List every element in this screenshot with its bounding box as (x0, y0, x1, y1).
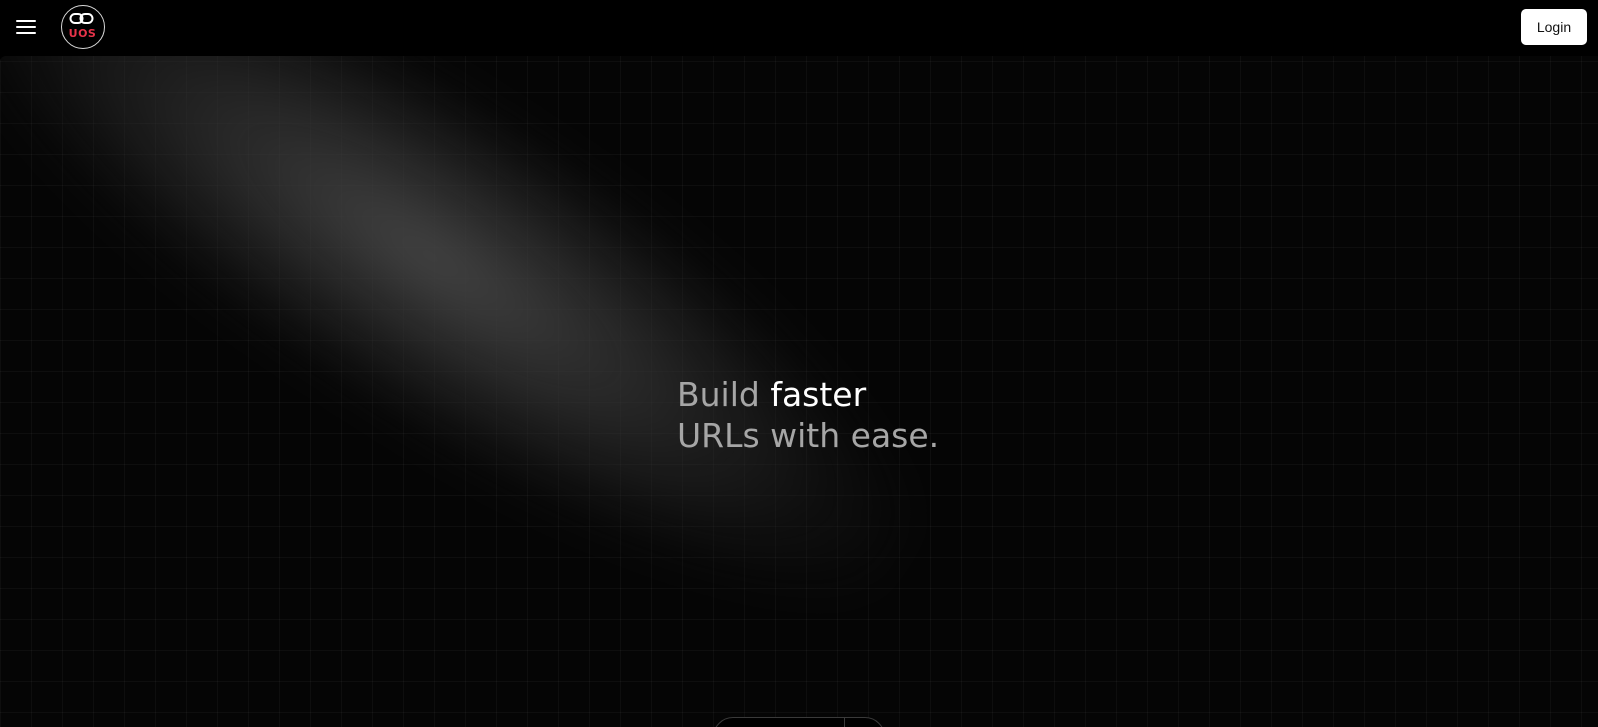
headline-accent: faster (770, 375, 867, 414)
cta-primary-button[interactable] (714, 718, 844, 727)
headline-prefix: Build (677, 375, 771, 414)
cta-secondary-button[interactable] (845, 718, 884, 727)
hero-headline: Build faster URLs with ease. (677, 374, 939, 456)
logo-text: UOS (68, 27, 97, 40)
top-navbar: UOS Login (0, 0, 1598, 56)
brand-logo[interactable]: UOS (61, 5, 105, 49)
landing-page: UOS Login Build faster URLs with ease. (0, 0, 1598, 727)
hamburger-menu-icon[interactable] (14, 15, 38, 39)
spotlight-glow (0, 56, 979, 690)
headline-line2: URLs with ease. (677, 416, 940, 455)
login-button[interactable]: Login (1521, 9, 1587, 45)
hero-section: Build faster URLs with ease. (0, 56, 1598, 727)
cta-button-group (713, 717, 885, 727)
